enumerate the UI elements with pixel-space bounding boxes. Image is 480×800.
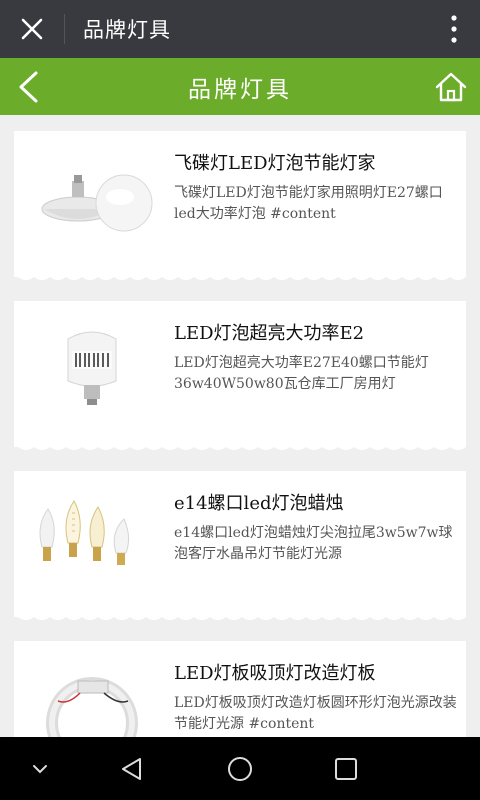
- led-ring-panel-image: [46, 677, 138, 737]
- page-title: 品牌灯具: [188, 76, 292, 103]
- more-vertical-icon[interactable]: [450, 14, 458, 44]
- product-title: LED灯板吸顶灯改造灯板: [174, 663, 376, 684]
- card-wave-edge: [14, 273, 466, 280]
- product-card[interactable]: LED灯板吸顶灯改造灯板 LED灯板吸顶灯改造灯板圆环形灯泡光源改装节能灯光源 …: [14, 641, 466, 737]
- back-triangle-icon[interactable]: [118, 755, 146, 783]
- product-title: 飞碟灯LED灯泡节能灯家: [174, 153, 376, 174]
- card-wave-edge: [14, 443, 466, 450]
- product-description: LED灯泡超亮大功率E27E40螺口节能灯36w40W50w80瓦仓库工厂房用灯: [174, 355, 429, 392]
- home-icon[interactable]: [434, 70, 468, 104]
- chevron-left-icon[interactable]: [14, 70, 44, 104]
- product-list: 飞碟灯LED灯泡节能灯家 飞碟灯LED灯泡节能灯家用照明灯E27螺口led大功率…: [0, 115, 480, 737]
- candle-bulb-image: [39, 500, 130, 565]
- window-title: 品牌灯具: [83, 18, 171, 42]
- product-card[interactable]: LED灯泡超亮大功率E2 LED灯泡超亮大功率E27E40螺口节能灯36w40W…: [14, 301, 466, 450]
- home-circle-icon[interactable]: [226, 755, 254, 783]
- divider: [64, 14, 65, 44]
- product-title: LED灯泡超亮大功率E2: [174, 323, 365, 344]
- product-description: LED灯板吸顶灯改造灯板圆环形灯泡光源改装节能灯光源 #content: [174, 695, 457, 732]
- system-nav-bar: [0, 737, 480, 800]
- product-card[interactable]: 飞碟灯LED灯泡节能灯家 飞碟灯LED灯泡节能灯家用照明灯E27螺口led大功率…: [14, 131, 466, 280]
- led-bulb-image: [67, 331, 117, 405]
- close-icon: [21, 18, 43, 40]
- product-description: 飞碟灯LED灯泡节能灯家用照明灯E27螺口led大功率灯泡 #content: [174, 185, 443, 222]
- product-card[interactable]: e14螺口led灯泡蜡烛 e14螺口led灯泡蜡烛灯尖泡拉尾3w5w7w球泡客厅…: [14, 471, 466, 620]
- card-wave-edge: [14, 613, 466, 620]
- product-title: e14螺口led灯泡蜡烛: [174, 493, 344, 514]
- page-header: 品牌灯具: [0, 58, 480, 115]
- close-button[interactable]: [0, 0, 64, 58]
- chevron-down-icon[interactable]: [26, 755, 54, 783]
- ufo-bulb-image: [41, 174, 153, 232]
- product-description: e14螺口led灯泡蜡烛灯尖泡拉尾3w5w7w球泡客厅水晶吊灯节能灯光源: [174, 525, 453, 562]
- recents-square-icon[interactable]: [332, 755, 360, 783]
- top-bar: 品牌灯具: [0, 0, 480, 58]
